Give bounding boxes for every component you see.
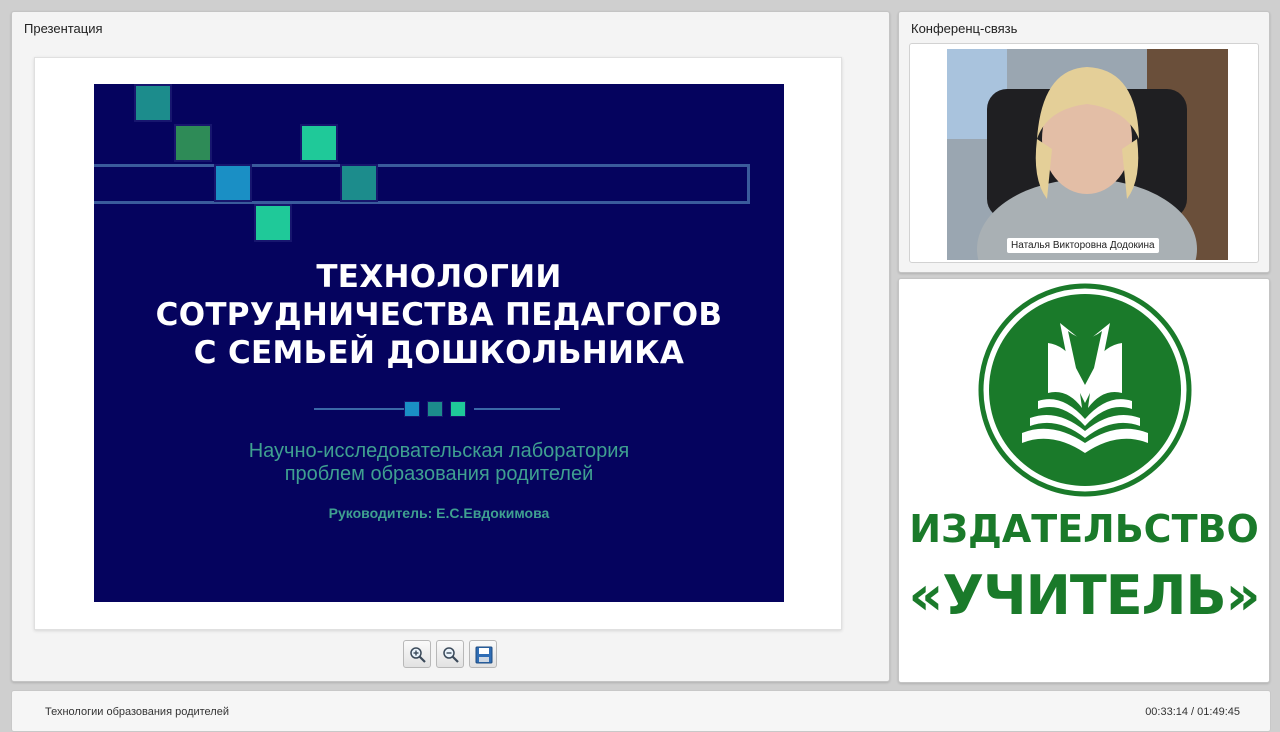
publisher-logo-emblem	[978, 283, 1192, 497]
slide-decoration-square	[214, 164, 252, 202]
presentation-panel-title: Презентация	[24, 21, 103, 36]
floppy-disk-icon	[475, 646, 493, 664]
slide-leader-text: Руководитель: Е.С.Евдокимова	[328, 505, 550, 521]
conference-panel-title: Конференц-связь	[911, 21, 1018, 36]
slide-divider-line	[314, 408, 404, 410]
slide-decoration-square	[254, 204, 292, 242]
publisher-logo-panel: ИЗДАТЕЛЬСТВО «УЧИТЕЛЬ»	[898, 278, 1270, 683]
slide-decoration-square	[134, 84, 172, 122]
zoom-in-icon	[410, 647, 426, 663]
slide-divider-line	[474, 408, 560, 410]
slide: ТЕХНОЛОГИИ СОТРУДНИЧЕСТВА ПЕДАГОГОВ С СЕ…	[94, 84, 784, 602]
slide-decoration-square	[300, 124, 338, 162]
slide-title-line: СОТРУДНИЧЕСТВА ПЕДАГОГОВ	[155, 297, 723, 333]
zoom-in-button[interactable]	[403, 640, 431, 668]
slide-divider-square	[450, 401, 466, 417]
speaker-video-image	[947, 49, 1228, 260]
slide-divider-square	[427, 401, 443, 417]
slide-decoration-square	[340, 164, 378, 202]
publisher-name-line1: ИЗДАТЕЛЬСТВО	[909, 507, 1259, 551]
speaker-name-label: Наталья Викторовна Додокина	[1007, 238, 1159, 253]
bottom-status-bar: Технологии образования родителей 00:33:1…	[11, 690, 1271, 732]
slide-title: ТЕХНОЛОГИИ СОТРУДНИЧЕСТВА ПЕДАГОГОВ С СЕ…	[94, 258, 784, 372]
webinar-title: Технологии образования родителей	[45, 706, 229, 718]
slide-title-line: ТЕХНОЛОГИИ	[316, 259, 562, 295]
presentation-panel: Презентация ТЕХНОЛОГИИ СОТРУДНИЧЕСТВА ПЕ…	[11, 11, 890, 682]
slide-divider-square	[404, 401, 420, 417]
save-button[interactable]	[469, 640, 497, 668]
slide-frame: ТЕХНОЛОГИИ СОТРУДНИЧЕСТВА ПЕДАГОГОВ С СЕ…	[34, 57, 842, 630]
zoom-out-button[interactable]	[436, 640, 464, 668]
zoom-out-icon	[443, 647, 459, 663]
slide-decoration-bar	[94, 164, 750, 204]
slide-subtitle-line: Научно-исследовательская лаборатория	[248, 440, 630, 462]
slide-subtitle: Научно-исследовательская лаборатория про…	[94, 440, 784, 486]
playback-time: 00:33:14 / 01:49:45	[1145, 706, 1240, 718]
speaker-video[interactable]: Наталья Викторовна Додокина	[947, 49, 1228, 260]
video-frame: Наталья Викторовна Додокина	[909, 43, 1259, 263]
slide-subtitle-line: проблем образования родителей	[284, 463, 594, 485]
slide-title-line: С СЕМЬЕЙ ДОШКОЛЬНИКА	[193, 335, 685, 371]
publisher-name-line2: «УЧИТЕЛЬ»	[908, 564, 1261, 627]
conference-panel: Конференц-связь Наталья Викторовна Додок…	[898, 11, 1270, 273]
slide-decoration-square	[174, 124, 212, 162]
